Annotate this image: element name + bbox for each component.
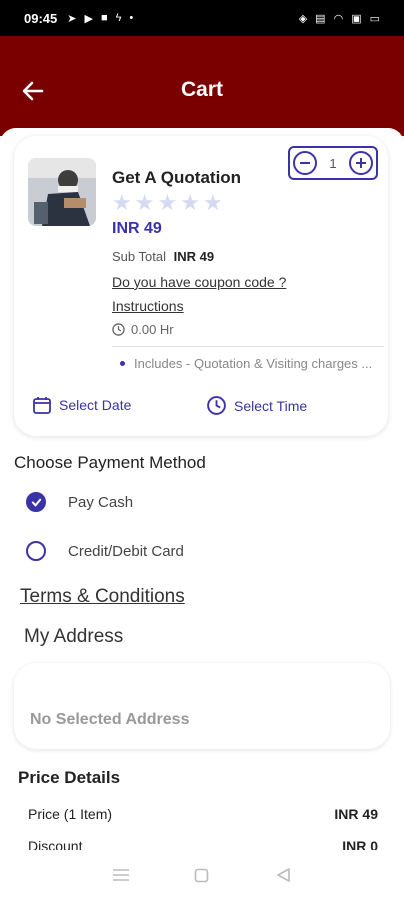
cart-content: Get A Quotation 1 ★ ★ ★ ★ ★ INR 49 Sub T… (0, 128, 404, 850)
check-icon (31, 498, 41, 507)
subtotal: Sub Total INR 49 (112, 249, 214, 264)
includes-text: Includes - Quotation & Visiting charges … (118, 354, 378, 373)
select-time-button[interactable]: Select Time (206, 395, 307, 416)
vibrate-icon: ◈ (298, 12, 308, 25)
subtotal-value: INR 49 (173, 249, 215, 264)
sim-icon: ▣ (351, 12, 362, 25)
decrease-quantity-button[interactable] (293, 151, 317, 175)
star-icon: ★ (180, 190, 200, 215)
status-notification-icons: ➤ ▶ ■ ϟ • (67, 12, 133, 25)
wifi-icon: ◠ (333, 12, 344, 25)
select-time-label: Select Time (234, 397, 308, 414)
radio-checked[interactable] (26, 492, 46, 512)
price-row-label: Discount (28, 838, 83, 850)
subtotal-label: Sub Total (112, 249, 166, 264)
page-title: Cart (180, 78, 223, 101)
select-date-label: Select Date (59, 397, 132, 413)
price-row-value: INR 49 (334, 806, 378, 822)
price-details-title: Price Details (18, 768, 121, 787)
clock-icon (207, 396, 226, 415)
app-header: Cart (0, 36, 404, 136)
star-icon: ★ (134, 190, 155, 215)
square-icon (195, 868, 209, 882)
star-icon: ★ (112, 190, 132, 215)
nav-menu-button[interactable] (109, 863, 133, 887)
youtube-icon: ▶ (84, 12, 93, 25)
duration: 0.00 Hr (112, 322, 174, 337)
payment-option-label: Credit/Debit Card (68, 542, 184, 560)
product-title: Get A Quotation (112, 168, 242, 187)
status-time: 09:45 (24, 10, 58, 26)
quantity-value: 1 (329, 155, 337, 171)
menu-icon (112, 869, 129, 881)
payment-option-label: Pay Cash (68, 493, 134, 511)
telegram-icon: ➤ (67, 12, 77, 25)
cart-item-card: Get A Quotation 1 ★ ★ ★ ★ ★ INR 49 Sub T… (14, 136, 388, 436)
select-date-button[interactable]: Select Date (32, 395, 131, 415)
network-icon: ▤ (315, 12, 326, 25)
flash-icon: ϟ (115, 12, 122, 24)
nav-home-button[interactable] (190, 863, 214, 887)
increase-quantity-button[interactable] (348, 151, 373, 175)
address-title: My Address (24, 626, 124, 647)
price-row: Price (1 Item) INR 49 (28, 806, 378, 822)
price-row: Discount INR 0 (28, 838, 378, 850)
dot-icon: • (129, 12, 134, 24)
rating-stars: ★ ★ ★ ★ ★ (112, 192, 223, 214)
system-nav-bar (0, 850, 404, 900)
payment-method-title: Choose Payment Method (14, 453, 206, 472)
status-bar: 09:45 ➤ ▶ ■ ϟ • ◈ ▤ ◠ ▣ ▭ (0, 0, 404, 36)
triangle-back-icon (277, 868, 290, 882)
quantity-stepper: 1 (288, 146, 378, 180)
payment-option-card[interactable]: Credit/Debit Card (26, 541, 184, 561)
address-box[interactable]: No Selected Address (14, 663, 390, 749)
nav-back-button[interactable] (271, 863, 295, 887)
minus-icon (300, 162, 310, 164)
terms-link[interactable]: Terms & Conditions (20, 586, 185, 608)
radio-unchecked[interactable] (26, 541, 46, 561)
product-image (28, 158, 96, 226)
star-icon: ★ (202, 190, 223, 215)
star-icon: ★ (157, 190, 178, 215)
address-empty-text: No Selected Address (30, 711, 190, 728)
clock-icon (112, 323, 125, 336)
calendar-icon (33, 397, 51, 414)
payment-option-cash[interactable]: Pay Cash (26, 492, 133, 512)
divider (112, 346, 384, 347)
duration-value: 0.00 Hr (131, 322, 174, 337)
status-system-icons: ◈ ▤ ◠ ▣ ▭ (299, 12, 380, 25)
instructions-link[interactable]: Instructions (112, 298, 184, 314)
coupon-link[interactable]: Do you have coupon code ? (112, 274, 286, 290)
price-row-label: Price (1 Item) (28, 806, 113, 822)
battery-icon: ▭ (369, 12, 380, 25)
plus-icon (355, 158, 366, 168)
price-row-value: INR 0 (342, 838, 378, 850)
product-price: INR 49 (112, 220, 162, 237)
app-icon: ■ (100, 12, 108, 24)
